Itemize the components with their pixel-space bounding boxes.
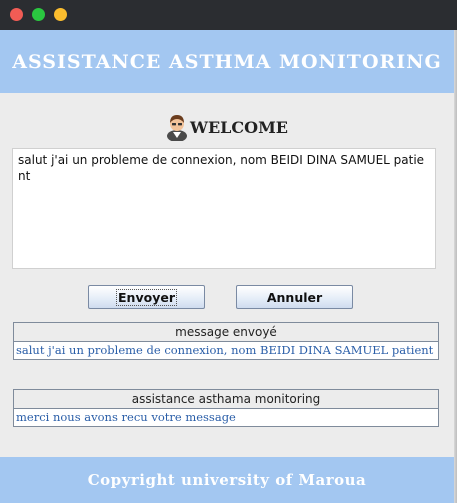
cancel-button[interactable]: Annuler bbox=[236, 285, 353, 309]
footer-copyright: Copyright university of Maroua bbox=[87, 471, 367, 489]
welcome-label: WELCOME bbox=[190, 117, 288, 137]
reply-message-field[interactable]: merci nous avons recu votre message bbox=[14, 409, 438, 426]
reply-panel-title: assistance asthama monitoring bbox=[14, 390, 438, 409]
app-header: ASSISTANCE ASTHMA MONITORING bbox=[0, 30, 454, 93]
maximize-window-button[interactable] bbox=[32, 8, 45, 21]
sent-message-field[interactable]: salut j'ai un probleme de connexion, nom… bbox=[14, 342, 438, 359]
close-window-button[interactable] bbox=[10, 8, 23, 21]
minimize-window-button[interactable] bbox=[54, 8, 67, 21]
sent-message-panel: message envoyé salut j'ai un probleme de… bbox=[13, 322, 439, 360]
reply-message-panel: assistance asthama monitoring merci nous… bbox=[13, 389, 439, 427]
send-button-label: Envoyer bbox=[116, 288, 177, 306]
message-textarea[interactable]: salut j'ai un probleme de connexion, nom… bbox=[12, 148, 436, 269]
cancel-button-label: Annuler bbox=[266, 289, 323, 305]
sent-panel-title: message envoyé bbox=[14, 323, 438, 342]
app-footer: Copyright university of Maroua bbox=[0, 457, 454, 503]
header-title: ASSISTANCE ASTHMA MONITORING bbox=[12, 50, 442, 73]
welcome-heading: WELCOME bbox=[0, 112, 454, 142]
send-button[interactable]: Envoyer bbox=[88, 285, 205, 309]
window-titlebar bbox=[0, 0, 457, 30]
user-avatar-icon bbox=[167, 115, 187, 141]
